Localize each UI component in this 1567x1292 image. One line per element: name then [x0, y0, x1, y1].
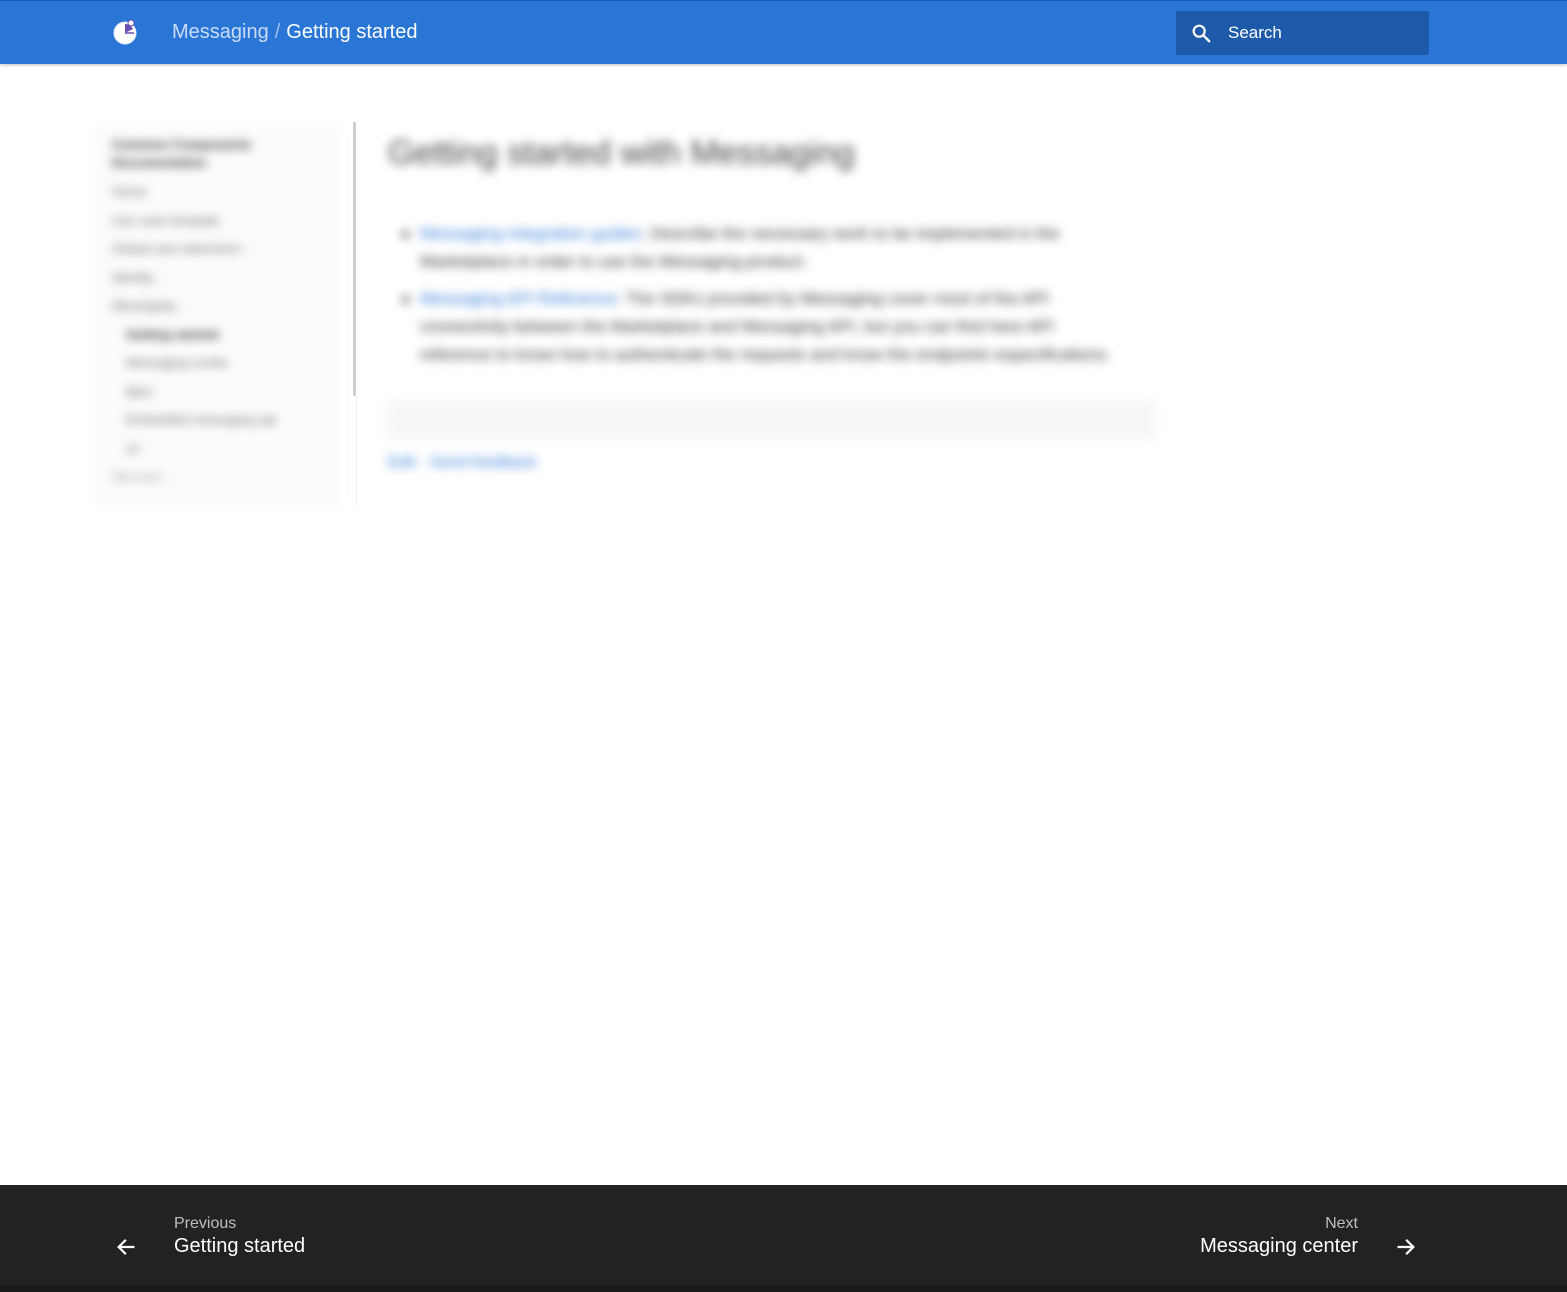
- page: Messaging/Getting started Common Compone…: [0, 0, 1567, 1292]
- breadcrumb-separator: /: [274, 21, 281, 43]
- list-item: Messaging integration guides: Describe t…: [402, 220, 1120, 276]
- sidebar-item-messaging-center[interactable]: Messaging center: [112, 354, 276, 383]
- sidebar-item-label: Home: [112, 184, 147, 199]
- sidebar-item-getting-started[interactable]: Getting started: [112, 326, 276, 355]
- sidebar-item-label: Messaging center: [126, 355, 229, 370]
- arrow-left-icon: [115, 1236, 137, 1258]
- sidebar-item-bpm[interactable]: Bpm: [112, 383, 276, 412]
- previous-page-link[interactable]: Previous Getting started: [110, 1213, 410, 1265]
- sidebar-nav: Common Components Documentation Home Use…: [96, 128, 341, 506]
- chevron-right-icon[interactable]: ›: [162, 274, 165, 285]
- sidebar-item-ui[interactable]: UI: [112, 440, 276, 469]
- page-title: Getting started with Messaging: [388, 134, 855, 172]
- main-content: Getting started with Messaging Messaging…: [386, 126, 1156, 471]
- sidebar-item-label: UI: [126, 440, 139, 456]
- sidebar-item-global-user-detections[interactable]: Global user detections ›: [112, 240, 276, 269]
- edit-feedback-links[interactable]: Edit · Send feedback: [388, 454, 537, 472]
- breadcrumb: Messaging / Getting started: [172, 20, 417, 44]
- sidebar-item-messaging[interactable]: Messaging ›: [112, 297, 276, 326]
- previous-title: Getting started: [174, 1235, 306, 1257]
- sidebar-item-home[interactable]: Home: [112, 183, 276, 212]
- chevron-right-icon[interactable]: ›: [249, 245, 252, 256]
- next-title: Messaging center: [1200, 1235, 1358, 1257]
- next-label: Next: [1325, 1215, 1358, 1232]
- sidebar-title[interactable]: Common Components Documentation: [112, 136, 312, 172]
- footer-nav: Previous Getting started Next Messaging …: [0, 1185, 1567, 1292]
- sidebar-item-embedded-messaging-api[interactable]: Embedded messaging api: [112, 411, 276, 440]
- sidebar-scrollbar[interactable]: [353, 122, 356, 396]
- sidebar-item-label: Embedded messaging api: [126, 412, 277, 427]
- breadcrumb-current: Getting started: [286, 21, 418, 43]
- search-box[interactable]: [1176, 11, 1429, 55]
- sidebar-item-label: Bpm: [126, 383, 153, 399]
- sidebar-item-label: Global user detections: [112, 241, 242, 256]
- content-divider: [386, 400, 1156, 440]
- sidebar-item-microsoft[interactable]: Microsoft ›: [112, 468, 276, 497]
- next-page-link[interactable]: Next Messaging center: [1130, 1213, 1430, 1265]
- sidebar-list: Home Use case template Global user detec…: [112, 183, 276, 497]
- sidebar-divider: [356, 396, 357, 506]
- app-logo-icon[interactable]: [110, 17, 140, 47]
- content-list: Messaging integration guides: Describe t…: [386, 220, 1156, 369]
- breadcrumb-parent-link[interactable]: Messaging: [172, 21, 269, 43]
- chevron-right-icon[interactable]: ›: [169, 473, 172, 484]
- list-item: Messaging API Reference: The SDKs provid…: [402, 285, 1120, 369]
- search-icon[interactable]: [1190, 22, 1212, 44]
- api-reference-link[interactable]: Messaging API Reference: [420, 289, 617, 308]
- sidebar-item-label: Getting started: [126, 326, 219, 342]
- sidebar-item-label: Messaging: [112, 298, 175, 313]
- arrow-right-icon: [1395, 1236, 1417, 1258]
- sidebar-item-label: Use case template: [112, 212, 220, 228]
- sidebar-item-identity[interactable]: Identity ›: [112, 269, 276, 298]
- previous-label: Previous: [174, 1215, 237, 1232]
- top-bar: Messaging / Getting started: [0, 0, 1567, 64]
- sidebar-item-label: Microsoft: [112, 470, 161, 484]
- footer-bottom-bar: [0, 1285, 1567, 1292]
- sidebar-item-label: Identity: [112, 269, 154, 285]
- integration-guides-link[interactable]: Messaging integration guides: [420, 224, 641, 243]
- sidebar-item-use-case-template[interactable]: Use case template: [112, 212, 276, 241]
- chevron-down-icon[interactable]: ›: [183, 302, 186, 313]
- search-input[interactable]: [1228, 11, 1418, 55]
